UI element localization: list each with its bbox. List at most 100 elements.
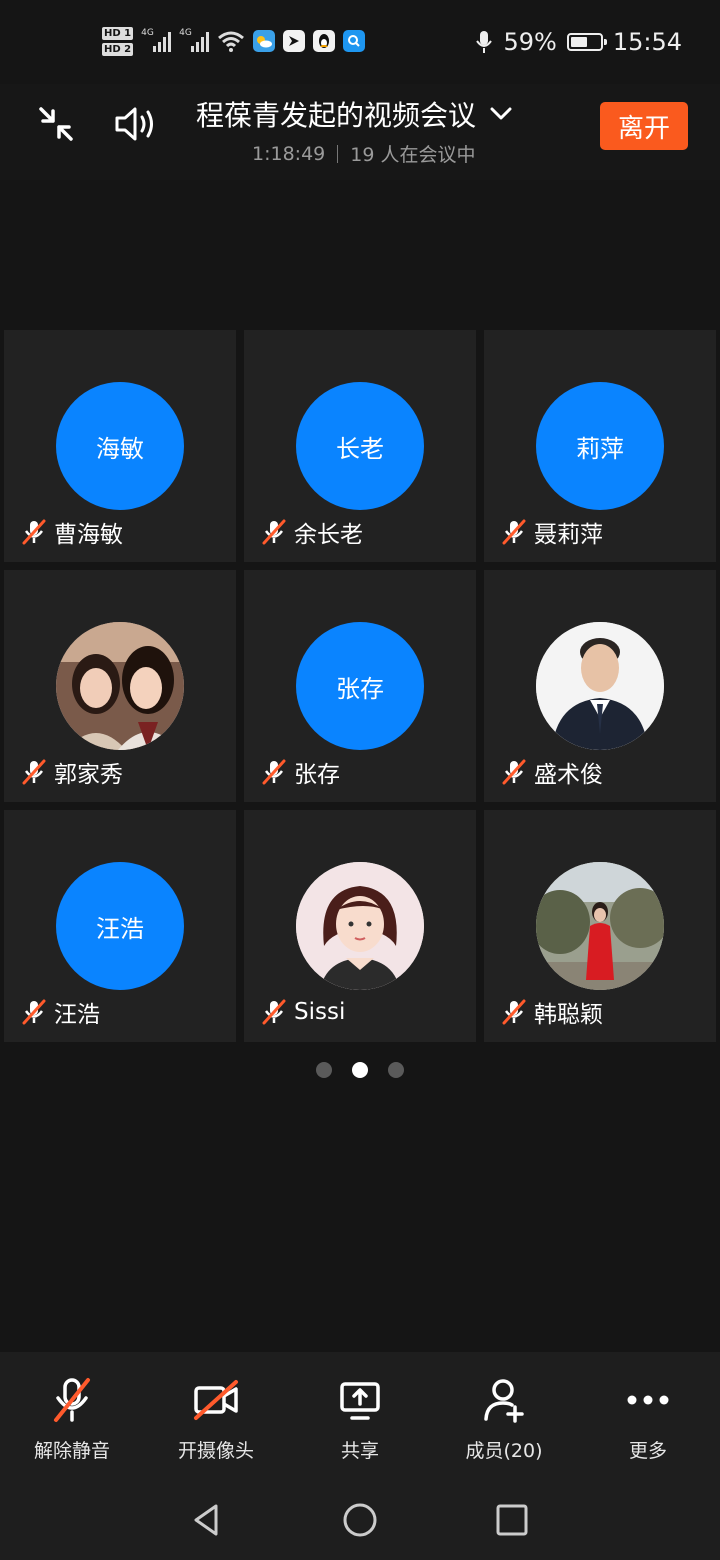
- participant-count: 19 人在会议中: [350, 144, 476, 166]
- participant-name: 余长老: [294, 522, 363, 548]
- participant-tile[interactable]: 长老 余长老: [244, 330, 476, 562]
- page-indicator: [316, 1062, 404, 1078]
- avatar: 汪浩: [56, 862, 184, 990]
- camera-off-icon: [192, 1376, 240, 1424]
- camera-label: 开摄像头: [177, 1440, 254, 1462]
- network2-label: 4G: [179, 28, 192, 38]
- penguin-app-icon: [313, 30, 336, 52]
- mic-muted-icon: [262, 999, 286, 1025]
- avatar: 张存: [296, 622, 424, 750]
- participant-name: 聂莉萍: [534, 522, 603, 548]
- divider: [337, 144, 339, 163]
- avatar-initials: 海敏: [96, 434, 144, 463]
- home-icon[interactable]: [336, 1496, 384, 1544]
- participant-tile[interactable]: 韩聪颖: [484, 810, 716, 1042]
- avatar-initials: 张存: [336, 674, 384, 703]
- participant-tile[interactable]: 盛术俊: [484, 570, 716, 802]
- participant-tile[interactable]: Sissi: [244, 810, 476, 1042]
- signal-icon: 4G: [141, 28, 172, 52]
- leave-button[interactable]: 离开: [600, 102, 688, 150]
- back-icon[interactable]: [182, 1496, 230, 1544]
- more-button[interactable]: 更多: [578, 1376, 718, 1463]
- meeting-title: 程葆青发起的视频会议: [196, 99, 477, 132]
- search-app-icon: [343, 30, 366, 52]
- participant-label: 聂莉萍: [500, 516, 603, 548]
- mic-muted-icon: [22, 759, 46, 785]
- bird-app-icon: [283, 30, 306, 52]
- page-dot[interactable]: [388, 1062, 404, 1078]
- weather-app-icon: [253, 30, 276, 52]
- avatar-photo: [536, 862, 664, 990]
- elapsed-time: 1:18:49: [252, 142, 326, 165]
- participant-label: 郭家秀: [20, 756, 123, 788]
- avatar-photo: [56, 622, 184, 750]
- more-label: 更多: [628, 1440, 667, 1462]
- mic-muted-icon: [502, 519, 526, 545]
- unmute-label: 解除静音: [33, 1440, 110, 1462]
- screen-share-icon: [336, 1376, 384, 1424]
- avatar: 长老: [296, 382, 424, 510]
- participant-label: 汪浩: [20, 996, 100, 1028]
- network1-label: 4G: [141, 28, 154, 38]
- meeting-subtitle: 1:18:49 19 人在会议中: [252, 140, 526, 167]
- meeting-title-row: 程葆青发起的视频会议: [196, 94, 526, 134]
- speaker-icon[interactable]: [112, 100, 160, 148]
- battery-fill: [570, 37, 588, 47]
- more-icon: [624, 1376, 672, 1424]
- unmute-button[interactable]: 解除静音: [2, 1376, 142, 1463]
- share-button[interactable]: 共享: [290, 1376, 430, 1463]
- sim2-badge: HD 2: [102, 42, 134, 56]
- avatar: 莉萍: [536, 382, 664, 510]
- participant-name: 曹海敏: [54, 522, 123, 548]
- participant-tile[interactable]: 海敏 曹海敏: [4, 330, 236, 562]
- clock: 15:54: [612, 28, 682, 56]
- avatar-initials: 莉萍: [576, 434, 624, 463]
- participant-name: 盛术俊: [534, 762, 603, 788]
- camera-button[interactable]: 开摄像头: [146, 1376, 286, 1463]
- recents-icon[interactable]: [488, 1496, 536, 1544]
- share-label: 共享: [340, 1440, 379, 1462]
- page-dot[interactable]: [316, 1062, 332, 1078]
- participant-tile[interactable]: 郭家秀: [4, 570, 236, 802]
- participant-label: Sissi: [260, 996, 345, 1028]
- members-label: 成员(20): [465, 1440, 543, 1462]
- participant-tile[interactable]: 莉萍 聂莉萍: [484, 330, 716, 562]
- participant-tile[interactable]: 汪浩 汪浩: [4, 810, 236, 1042]
- mic-muted-icon: [502, 999, 526, 1025]
- meeting-toolbar: 解除静音 开摄像头 共享 成员(20) 更多: [0, 1352, 720, 1476]
- avatar-photo: [536, 622, 664, 750]
- status-right: 59% 15:54: [475, 22, 682, 62]
- battery-icon: [566, 33, 607, 51]
- page-dot-active[interactable]: [352, 1062, 368, 1078]
- mic-muted-icon: [22, 999, 46, 1025]
- sim1-badge: HD 1: [102, 26, 134, 40]
- participant-grid: 海敏 曹海敏 长老 余长老 莉萍 聂莉萍 郭家秀 张存 张存 盛术俊 汪浩 汪浩…: [4, 330, 716, 1042]
- meeting-title-block[interactable]: 程葆青发起的视频会议 1:18:49 19 人在会议中: [196, 94, 526, 167]
- participant-label: 余长老: [260, 516, 363, 548]
- participant-label: 张存: [260, 756, 340, 788]
- mic-off-icon: [48, 1376, 96, 1424]
- participant-name: 汪浩: [54, 1002, 100, 1028]
- wifi-icon: [218, 31, 245, 52]
- avatar-photo: [296, 862, 424, 990]
- minimize-icon[interactable]: [32, 100, 80, 148]
- participant-label: 曹海敏: [20, 516, 123, 548]
- signal-icon: 4G: [179, 28, 210, 52]
- members-button[interactable]: 成员(20): [434, 1376, 574, 1463]
- participant-label: 韩聪颖: [500, 996, 603, 1028]
- status-left: HD 1 HD 2 4G 4G: [102, 20, 366, 62]
- avatar-initials: 汪浩: [96, 914, 144, 943]
- battery-percent: 59%: [503, 28, 557, 56]
- participant-tile[interactable]: 张存 张存: [244, 570, 476, 802]
- participant-name: Sissi: [294, 999, 346, 1025]
- mic-muted-icon: [262, 759, 286, 785]
- mic-muted-icon: [22, 519, 46, 545]
- avatar-initials: 长老: [336, 434, 384, 463]
- mic-muted-icon: [262, 519, 286, 545]
- avatar: 海敏: [56, 382, 184, 510]
- participant-label: 盛术俊: [500, 756, 603, 788]
- microphone-icon: [476, 31, 493, 53]
- system-nav-bar: [0, 1476, 720, 1560]
- add-member-icon: [480, 1376, 528, 1424]
- meeting-header: 程葆青发起的视频会议 1:18:49 19 人在会议中 离开: [0, 84, 720, 180]
